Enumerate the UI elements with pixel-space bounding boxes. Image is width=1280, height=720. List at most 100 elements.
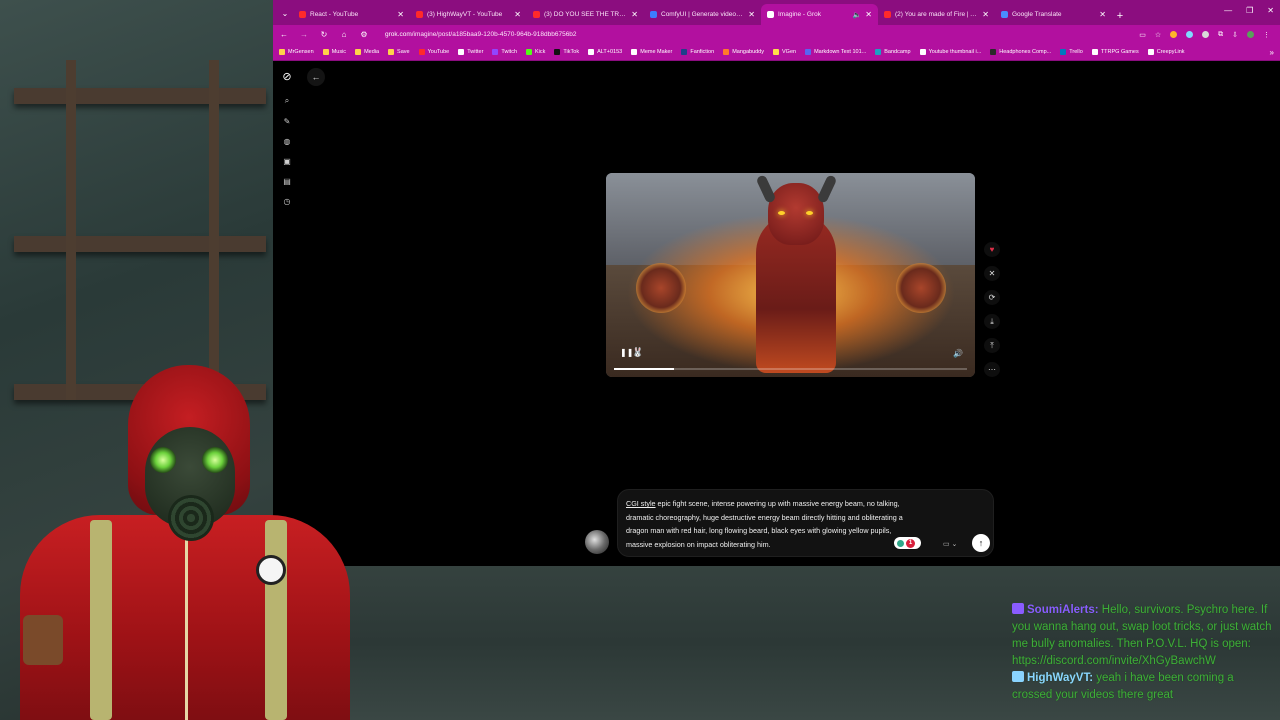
bookmark-item[interactable]: VGen (773, 49, 796, 55)
minimize-icon[interactable]: — (1224, 6, 1232, 15)
extensions-puzzle-icon[interactable]: ⧉ (1218, 31, 1223, 39)
menu-icon[interactable]: ⋮ (1263, 31, 1270, 39)
tab-close-icon[interactable]: ✕ (514, 10, 521, 19)
bookmark-label: Kick (535, 49, 546, 55)
voice-icon[interactable]: ◍ (280, 134, 294, 148)
address-bar[interactable]: grok.com/imagine/post/a185baa9-120b-4570… (385, 31, 1129, 38)
bookmark-item[interactable]: TTRPG Games (1091, 49, 1139, 55)
bookmark-item[interactable]: Fanfiction (681, 49, 714, 55)
image-thumbnail[interactable] (585, 530, 609, 554)
browser-tab[interactable]: Imagine - Grok 🔈 ✕ (761, 4, 878, 25)
search-icon[interactable]: ⌕ (280, 94, 294, 108)
new-tab-button[interactable]: + (1112, 10, 1128, 22)
tab-favicon-icon (767, 11, 774, 18)
tab-close-icon[interactable]: ✕ (865, 10, 872, 19)
bookmark-item[interactable]: Music (322, 49, 346, 55)
url-host: grok.com (385, 31, 412, 38)
bookmark-item[interactable]: Twitch (492, 49, 517, 55)
tab-close-icon[interactable]: ✕ (748, 10, 755, 19)
site-info-icon[interactable]: ⚙ (359, 30, 369, 39)
tab-close-icon[interactable]: ✕ (397, 10, 404, 19)
downloads-icon[interactable]: ⇩ (1232, 31, 1238, 39)
bookmark-icon (588, 49, 595, 55)
upload-icon[interactable]: ⤒ (984, 338, 1000, 353)
bookmark-item[interactable]: TikTok (554, 49, 579, 55)
prompt-text[interactable]: CGI style epic fight scene, intense powe… (626, 497, 916, 551)
extension-badge[interactable]: 1 (894, 537, 921, 549)
video-player[interactable]: ❚❚ 🐰 🔊 (606, 173, 975, 377)
bookmark-item[interactable]: YouTube (418, 49, 449, 55)
tab-close-icon[interactable]: ✕ (631, 10, 638, 19)
bookmark-item[interactable]: ALT+0153 (588, 49, 622, 55)
grok-logo-icon[interactable]: ⊘ (282, 70, 291, 83)
x-share-icon[interactable]: ✕ (984, 266, 1000, 281)
back-button[interactable]: ← (307, 68, 325, 86)
bookmark-item[interactable]: MrGensen (279, 49, 314, 55)
tab-close-icon[interactable]: ✕ (1099, 10, 1106, 19)
bookmark-item[interactable]: Mangabuddy (723, 49, 764, 55)
bookmark-item[interactable]: Twitter (458, 49, 483, 55)
bookmark-item[interactable]: Bandcamp (875, 49, 911, 55)
more-icon[interactable]: ⋯ (984, 362, 1000, 377)
video-right-hand (896, 263, 946, 313)
bookmark-item[interactable]: Trello (1060, 49, 1083, 55)
back-icon[interactable]: ← (279, 30, 289, 39)
url-path: /imagine/post/a185baa9-120b-4570-964b-91… (411, 31, 577, 38)
browser-tab[interactable]: (3) DO YOU SEE THE TRUTH? | ✕ (527, 4, 644, 25)
chat-username: SoumiAlerts: (1027, 604, 1099, 616)
browser-tab[interactable]: Google Translate ✕ (995, 4, 1112, 25)
bookmark-icon (919, 49, 926, 55)
tab-audio-icon[interactable]: 🔈 (853, 11, 862, 19)
extension-icon[interactable] (1170, 30, 1178, 38)
video-progress-bar[interactable] (614, 368, 967, 370)
tab-search-icon[interactable]: ⌄ (277, 4, 293, 22)
extension-icon[interactable] (1202, 30, 1210, 38)
browser-tab[interactable]: (2) You are made of Fire | AI M ✕ (878, 4, 995, 25)
cast-icon[interactable]: ▭ (1139, 31, 1146, 39)
window-controls: — ❐ ✕ (1224, 6, 1274, 15)
bookmark-item[interactable]: Meme Maker (631, 49, 672, 55)
bookmark-star-icon[interactable]: ☆ (1155, 31, 1161, 39)
bookmark-icon (1060, 49, 1067, 55)
bookmark-item[interactable]: CreepyLink (1147, 49, 1185, 55)
extension-icon[interactable] (1186, 30, 1194, 38)
bookmark-item[interactable]: Youtube thumbnail i... (919, 49, 981, 55)
home-icon[interactable]: ⌂ (339, 30, 349, 39)
bookmark-item[interactable]: Kick (526, 49, 545, 55)
bookmark-label: Save (397, 49, 410, 55)
tab-favicon-icon (299, 11, 306, 18)
video-eye (806, 211, 813, 215)
bookmark-item[interactable]: Markdown Text 101... (805, 49, 866, 55)
profile-avatar[interactable] (1247, 30, 1254, 38)
browser-tab[interactable]: (3) HighWayVT - YouTube ✕ (410, 4, 527, 25)
restore-icon[interactable]: ❐ (1246, 6, 1253, 15)
bookmark-label: MrGensen (288, 49, 314, 55)
bookmark-icon (388, 49, 395, 55)
history-icon[interactable]: ◷ (280, 194, 294, 208)
bookmarks-overflow-icon[interactable]: » (1270, 48, 1274, 57)
browser-tab[interactable]: ComfyUI | Generate video, ima ✕ (644, 4, 761, 25)
close-window-icon[interactable]: ✕ (1267, 6, 1274, 15)
forward-icon[interactable]: → (299, 30, 309, 39)
bookmark-item[interactable]: Media (355, 49, 379, 55)
projects-icon[interactable]: ▤ (280, 174, 294, 188)
download-icon[interactable]: ⤓ (984, 314, 1000, 329)
bunny-icon[interactable]: 🐰 (632, 347, 643, 358)
regenerate-icon[interactable]: ⟳ (984, 290, 1000, 305)
bookmark-item[interactable]: Save (388, 49, 410, 55)
video-mode-dropdown[interactable]: ▭ ⌄ (943, 540, 957, 548)
imagine-icon[interactable]: ▣ (280, 154, 294, 168)
volume-icon[interactable]: 🔊 (953, 349, 963, 358)
browser-tab[interactable]: React - YouTube ✕ (293, 4, 410, 25)
bookmark-label: Bandcamp (884, 49, 911, 55)
bookmark-item[interactable]: Headphones Comp... (990, 49, 1051, 55)
prompt-input[interactable]: CGI style epic fight scene, intense powe… (617, 489, 994, 557)
toolbar-icons: ▭ ☆ ⧉ ⇩ ⋮ (1139, 30, 1270, 39)
heart-icon[interactable]: ♥ (984, 242, 1000, 257)
reload-icon[interactable]: ↻ (319, 30, 329, 39)
send-button[interactable]: ↑ (972, 534, 990, 552)
new-chat-icon[interactable]: ✎ (280, 114, 294, 128)
bookmark-icon (418, 49, 425, 55)
tab-close-icon[interactable]: ✕ (982, 10, 989, 19)
chat-message: SoumiAlerts: Hello, survivors. Psychro h… (1012, 602, 1276, 670)
